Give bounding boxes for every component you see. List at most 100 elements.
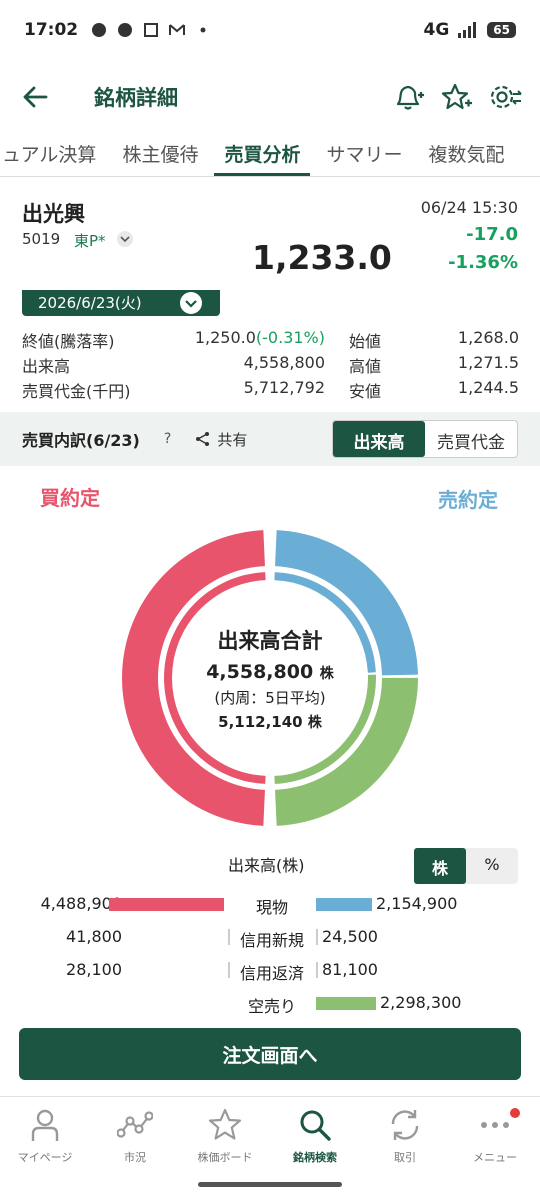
tab-trade-analysis[interactable]: 売買分析 (214, 134, 311, 176)
table-row: 4,488,900 現物 2,154,900 (0, 892, 540, 925)
toggle-trade-value[interactable]: 売買代金 (425, 421, 517, 457)
quote-summary: 終値(騰落率) 1,250.0(-0.31%) 始値 1,268.0 出来高 4… (22, 328, 520, 403)
close-value: 1,250.0 (194, 328, 256, 347)
tab-bar: ュアル決算 株主優待 売買分析 サマリー 複数気配 (0, 134, 521, 176)
sell-value: 2,154,900 (376, 894, 458, 913)
notification-badge (510, 1108, 520, 1118)
tab-dual-earnings[interactable]: ュアル決算 (0, 134, 106, 176)
unit-share-button[interactable]: 株 (414, 848, 466, 884)
category-label: 信用返済 (239, 964, 304, 983)
add-alert-button[interactable] (392, 80, 426, 114)
market-icon (117, 1111, 153, 1138)
donut-center: 出来高合計 4,558,800 株 (内周：5日平均) 5,112,140 株 (120, 528, 420, 828)
high-label: 高値 (349, 357, 382, 376)
copy-icon (144, 23, 159, 37)
volume-value: 4,558,800 (243, 353, 325, 372)
status-time: 17:02 (24, 20, 79, 40)
back-button[interactable] (18, 80, 52, 114)
nav-stock-board[interactable]: 株価ボード (180, 1097, 270, 1176)
turnover-label: 売買代金(千円) (22, 382, 131, 401)
stock-header: 出光興 5019 東P* 1,233.0 06/24 15:30 -17.0 -… (0, 190, 540, 290)
table-row: 41,800 信用新規 24,500 (0, 925, 540, 958)
volume-table-header: 出来高(株) 株 % (0, 848, 540, 888)
price-change: -17.0 (466, 224, 518, 245)
unit-toggle: 株 % (414, 848, 518, 884)
sell-bar (316, 962, 318, 978)
table-row: 空売り 2,298,300 (0, 991, 540, 1024)
share-button[interactable]: 共有 (195, 429, 247, 450)
sell-value: 24,500 (322, 927, 378, 946)
share-label: 共有 (217, 430, 248, 449)
status-bar: 17:02 4G 65 (0, 0, 540, 60)
stock-price: 1,233.0 (252, 238, 392, 277)
stock-name: 出光興 (22, 202, 85, 226)
category-label: 信用新規 (239, 931, 304, 950)
battery-icon: 65 (487, 22, 516, 38)
buy-bar (228, 962, 230, 978)
nav-label: 取引 (394, 1151, 416, 1164)
notification-icons (90, 22, 212, 38)
five-day-average: 5,112,140 (218, 712, 303, 731)
open-value: 1,268.0 (457, 328, 519, 347)
stock-code: 5019 (22, 230, 61, 248)
breakdown-header: 売買内訳(6/23) ? 共有 出来高 売買代金 (0, 412, 540, 466)
network-type: 4G (423, 20, 450, 40)
order-screen-button[interactable]: 注文画面へ (19, 1028, 521, 1080)
table-row: 28,100 信用返済 81,100 (0, 958, 540, 991)
buy-label: 買約定 (40, 486, 100, 510)
nav-label: 銘柄検索 (293, 1151, 337, 1164)
sell-bar (316, 997, 376, 1010)
notification-app-icon (92, 23, 107, 37)
toggle-volume[interactable]: 出来高 (333, 421, 425, 457)
arrow-left-icon (23, 86, 48, 108)
sell-value: 2,298,300 (380, 993, 462, 1012)
bottom-nav: マイページ 市況 株価ボード 銘柄検索 取引 メニュー (0, 1096, 540, 1176)
close-label: 終値(騰落率) (22, 332, 115, 351)
gear-icon (490, 85, 522, 109)
category-label: 空売り (247, 997, 296, 1016)
sell-label: 売約定 (438, 488, 498, 512)
share-icon (196, 432, 210, 446)
average-unit: 株 (307, 714, 322, 731)
buy-bar (228, 929, 230, 945)
unit-percent-button[interactable]: % (466, 848, 518, 884)
menu-icon (481, 1122, 509, 1128)
chevron-down-icon[interactable] (117, 231, 133, 247)
breakdown-title: 売買内訳(6/23) (22, 431, 140, 450)
nav-menu[interactable]: メニュー (450, 1097, 540, 1176)
turnover-value: 5,712,792 (243, 378, 325, 397)
nav-market[interactable]: 市況 (90, 1097, 180, 1176)
help-button[interactable]: ? (164, 431, 171, 447)
mail-icon (169, 24, 186, 35)
sell-bar (316, 898, 372, 911)
volume-donut-chart: 出来高合計 4,558,800 株 (内周：5日平均) 5,112,140 株 (120, 528, 420, 828)
market-selector[interactable]: 東P* (74, 230, 106, 251)
total-volume-title: 出来高合計 (217, 628, 323, 653)
tab-shareholder-benefits[interactable]: 株主優待 (112, 134, 208, 176)
open-label: 始値 (349, 332, 382, 351)
selected-date: 2026/6/23(火) (38, 294, 142, 312)
price-change-pct: -1.36% (448, 252, 518, 273)
quote-datetime: 06/24 15:30 (420, 198, 518, 217)
tab-multi-quote[interactable]: 複数気配 (418, 134, 514, 176)
chevron-down-icon (180, 292, 202, 314)
date-selector[interactable]: 2026/6/23(火) (22, 290, 220, 316)
sell-value: 81,100 (322, 960, 378, 979)
search-icon (300, 1110, 331, 1141)
nav-label: 株価ボード (197, 1151, 253, 1164)
trade-icon (391, 1110, 419, 1140)
nav-trade[interactable]: 取引 (360, 1097, 450, 1176)
settings-button[interactable] (488, 80, 522, 114)
notification-app-icon (118, 23, 133, 37)
buy-value: 41,800 (66, 927, 122, 946)
nav-label: 市況 (124, 1151, 146, 1164)
add-favorite-button[interactable] (440, 80, 474, 114)
star-icon (208, 1108, 242, 1140)
tab-summary[interactable]: サマリー (316, 134, 412, 176)
nav-mypage[interactable]: マイページ (0, 1097, 90, 1176)
volume-table: 4,488,900 現物 2,154,900 41,800 信用新規 24,50… (0, 892, 540, 1024)
category-label: 現物 (255, 898, 288, 917)
nav-stock-search[interactable]: 銘柄検索 (270, 1097, 360, 1176)
home-indicator[interactable] (198, 1182, 342, 1187)
page-title: 銘柄詳細 (94, 86, 178, 110)
